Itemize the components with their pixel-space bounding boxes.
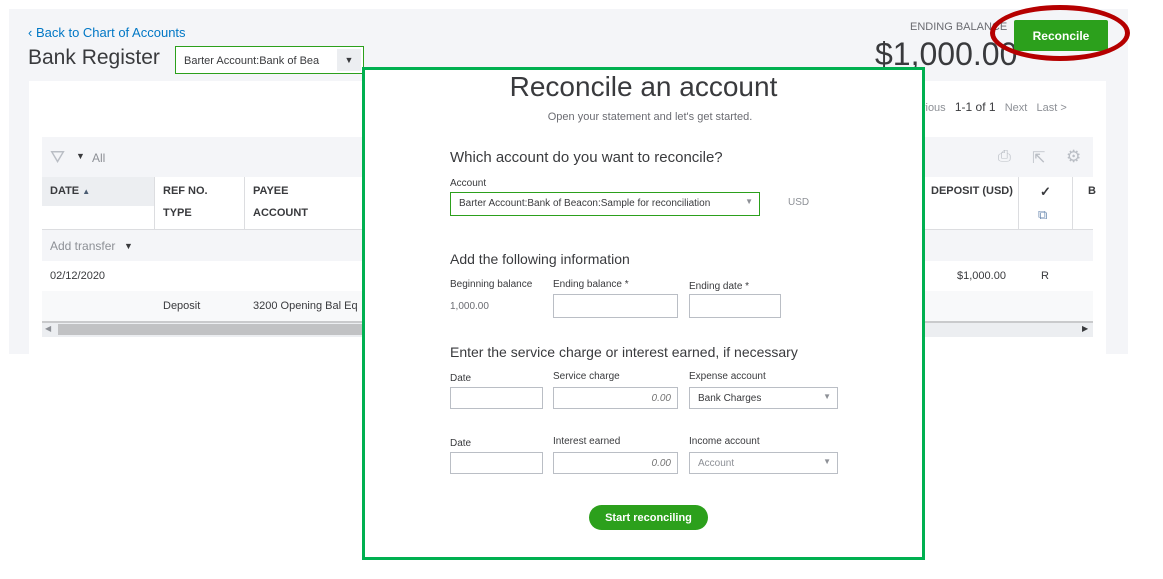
reconcile-account-select[interactable]: Barter Account:Bank of Beacon:Sample for…	[450, 192, 760, 216]
header-account[interactable]: ACCOUNT	[253, 207, 308, 219]
chevron-left-icon: ‹	[28, 25, 36, 40]
modal-title: Reconcile an account	[509, 71, 778, 102]
income-account-select[interactable]: Account ▼	[689, 452, 838, 474]
pager-range: 1-1 of 1	[954, 100, 996, 114]
print-icon[interactable]: ⎙	[998, 148, 1011, 166]
ending-balance-label: Ending balance *	[553, 279, 629, 290]
expense-account-label: Expense account	[689, 371, 766, 382]
pager-last[interactable]: Last >	[1037, 102, 1067, 114]
interest-date-label: Date	[450, 438, 472, 449]
header-type[interactable]: TYPE	[163, 207, 192, 219]
filter-icon[interactable]: ⛛	[50, 147, 65, 168]
account-select-value: Barter Account:Bank of Bea	[184, 55, 320, 67]
caret-down-icon[interactable]: ▼	[124, 241, 133, 251]
page-title: Bank Register	[28, 46, 160, 69]
section-add-info: Add the following information	[450, 251, 630, 267]
settings-gear-icon[interactable]: ⚙	[1066, 147, 1081, 167]
expense-account-value: Bank Charges	[698, 393, 762, 404]
copy-icon[interactable]: ⧉	[1038, 207, 1047, 223]
service-date-label: Date	[450, 373, 472, 384]
back-link-label: Back to Chart of Accounts	[35, 25, 186, 40]
account-question: Which account do you want to reconcile?	[450, 149, 723, 166]
service-charge-input[interactable]	[553, 387, 678, 409]
modal-subtitle: Open your statement and let's get starte…	[547, 111, 753, 123]
section-service-charge: Enter the service charge or interest ear…	[450, 344, 798, 360]
start-reconciling-button[interactable]: Start reconciling	[589, 505, 708, 530]
pager-next[interactable]: Next	[1005, 102, 1028, 114]
caret-down-icon[interactable]: ▼	[76, 151, 85, 161]
row-date[interactable]: 02/12/2020	[50, 270, 105, 282]
account-label: Account	[450, 178, 487, 189]
header-ref[interactable]: REF NO.	[163, 185, 208, 197]
currency-label: USD	[788, 197, 810, 208]
interest-earned-input[interactable]	[553, 452, 678, 474]
interest-date-input[interactable]	[450, 452, 543, 474]
filter-all[interactable]: All	[92, 151, 105, 165]
row-type: Deposit	[163, 300, 201, 312]
reconcile-account-value: Barter Account:Bank of Beacon:Sample for…	[459, 198, 711, 209]
back-to-chart-link[interactable]: ‹ Back to Chart of Accounts	[28, 25, 186, 40]
income-account-placeholder: Account	[698, 458, 735, 469]
row-status[interactable]: R	[1041, 270, 1049, 282]
caret-down-icon: ▼	[823, 392, 831, 401]
beginning-balance-value: 1,000.00	[450, 301, 489, 312]
header-payee[interactable]: PAYEE	[253, 185, 288, 197]
caret-down-icon: ▼	[337, 49, 361, 71]
service-charge-label: Service charge	[553, 371, 620, 382]
row-account: 3200 Opening Bal Eq	[253, 300, 358, 312]
scroll-left-icon[interactable]: ◀	[45, 324, 51, 333]
service-date-input[interactable]	[450, 387, 543, 409]
account-select[interactable]: Barter Account:Bank of Bea ▼	[175, 46, 364, 74]
reconcile-button[interactable]: Reconcile	[1014, 20, 1108, 51]
caret-down-icon: ▼	[745, 197, 753, 206]
add-transfer-label[interactable]: Add transfer	[50, 239, 115, 253]
checkmark-icon: ✓	[1040, 184, 1051, 199]
ending-date-label: Ending date *	[689, 281, 750, 292]
row-deposit[interactable]: $1,000.00	[957, 270, 1006, 282]
pager: vious 1-1 of 1 Next Last >	[920, 100, 1067, 114]
export-icon[interactable]: ⇱	[1032, 148, 1045, 168]
interest-earned-label: Interest earned	[553, 436, 621, 447]
header-deposit[interactable]: DEPOSIT (USD)	[931, 185, 1013, 197]
reconcile-modal: Reconcile an account Open your statement…	[362, 67, 925, 560]
header-balance: B	[1088, 185, 1096, 197]
sort-asc-icon: ▲	[82, 187, 91, 196]
scroll-right-icon[interactable]: ▶	[1082, 324, 1088, 333]
income-account-label: Income account	[689, 436, 760, 447]
expense-account-select[interactable]: Bank Charges ▼	[689, 387, 838, 409]
header-date[interactable]: DATE ▲	[50, 185, 90, 197]
ending-balance-input[interactable]	[553, 294, 678, 318]
ending-balance-label: ENDING BALANCE	[910, 21, 1008, 33]
beginning-balance-label: Beginning balance	[450, 279, 533, 290]
ending-date-input[interactable]	[689, 294, 781, 318]
caret-down-icon: ▼	[823, 457, 831, 466]
